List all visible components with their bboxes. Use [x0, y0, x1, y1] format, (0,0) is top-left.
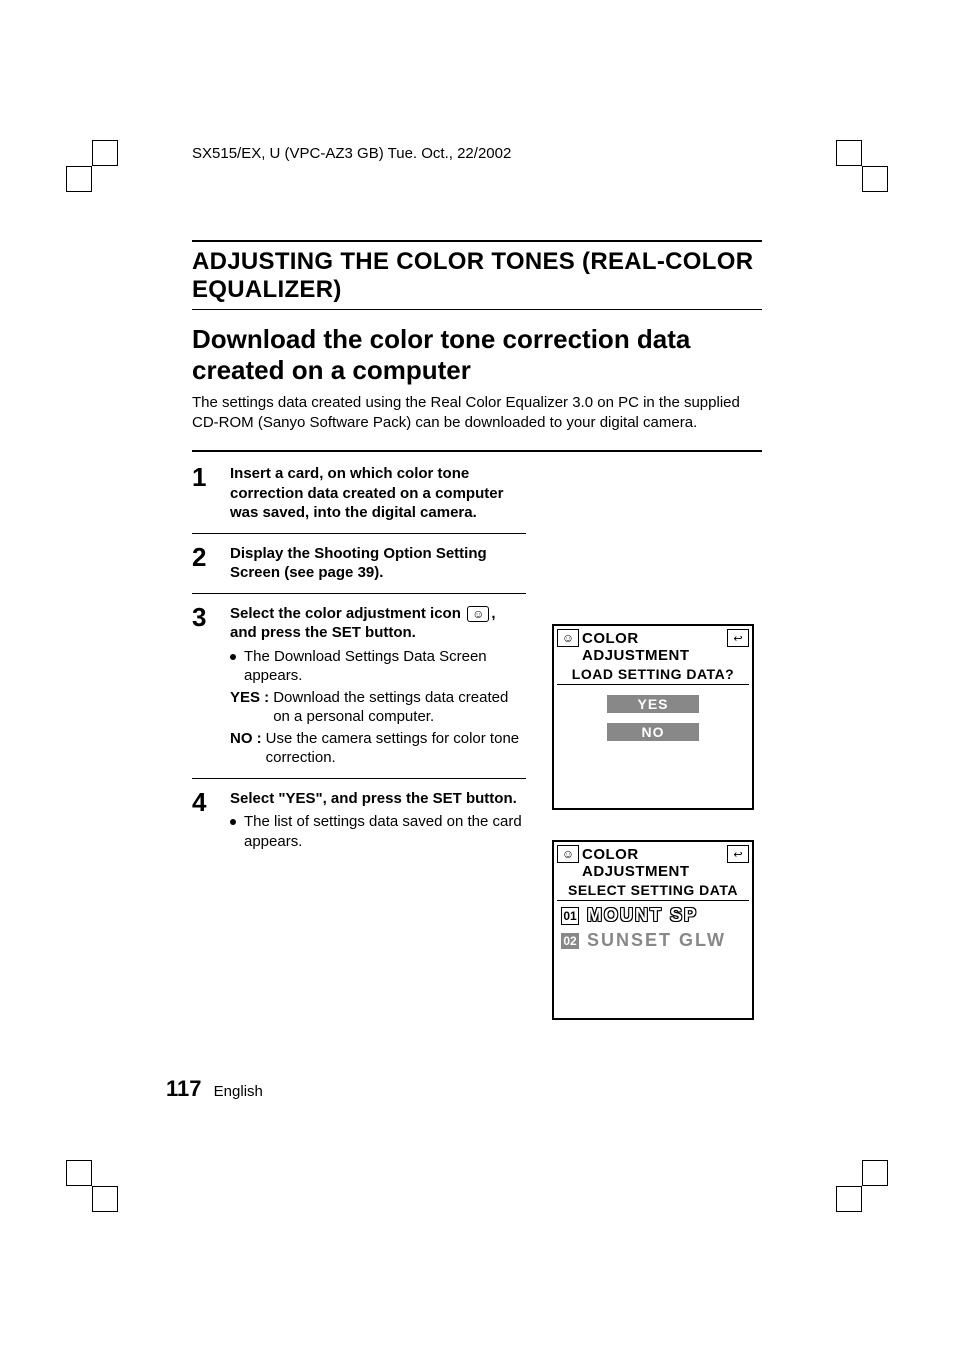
palette-icon: ☺	[557, 629, 579, 647]
step-number: 4	[192, 789, 212, 815]
crop-mark-top-left	[66, 140, 118, 192]
screens-column: ☺ COLOR ADJUSTMENT ↩ LOAD SETTING DATA? …	[552, 464, 762, 1050]
step-heading: Insert a card, on which color tone corre…	[230, 464, 526, 523]
step-number: 1	[192, 464, 212, 490]
crop-mark-bottom-left	[66, 1160, 118, 1212]
back-icon: ↩	[727, 629, 749, 647]
crop-mark-top-right	[836, 140, 888, 192]
row-label: MOUNT SP	[587, 905, 698, 926]
setting-row[interactable]: 02 SUNSET GLW	[557, 930, 749, 951]
steps-column: 1 Insert a card, on which color tone cor…	[192, 464, 526, 1050]
crop-mark-bottom-right	[836, 1160, 888, 1212]
running-header: SX515/EX, U (VPC-AZ3 GB) Tue. Oct., 22/2…	[192, 145, 511, 162]
page-language: English	[214, 1083, 263, 1100]
step-number: 2	[192, 544, 212, 570]
row-index: 02	[561, 933, 579, 949]
step-heading-part-a: Select the color adjustment icon	[230, 605, 465, 622]
row-label: SUNSET GLW	[587, 930, 726, 951]
yes-label: YES :	[230, 688, 269, 727]
step-4: 4 Select "YES", and press the SET button…	[192, 789, 526, 864]
step-3: 3 Select the color adjustment icon ☺, an…	[192, 604, 526, 779]
step-bullet: The Download Settings Data Screen appear…	[230, 647, 526, 686]
screen-title: COLOR ADJUSTMENT	[582, 629, 724, 664]
step-1: 1 Insert a card, on which color tone cor…	[192, 464, 526, 534]
page-footer: 117 English	[166, 1076, 263, 1102]
yes-button[interactable]: YES	[607, 695, 699, 713]
palette-icon: ☺	[557, 845, 579, 863]
no-desc: Use the camera settings for color tone c…	[266, 729, 526, 768]
step-heading: Select the color adjustment icon ☺, and …	[230, 604, 526, 643]
intro-paragraph: The settings data created using the Real…	[192, 393, 762, 432]
step-heading: Select "YES", and press the SET button.	[230, 789, 526, 809]
step-heading: Display the Shooting Option Setting Scre…	[230, 544, 526, 583]
screen-subtitle: LOAD SETTING DATA?	[557, 666, 749, 685]
no-label: NO :	[230, 729, 262, 768]
page-subheading: Download the color tone correction data …	[192, 324, 762, 385]
yes-desc: Download the settings data created on a …	[273, 688, 526, 727]
screen-title: COLOR ADJUSTMENT	[582, 845, 724, 880]
step-bullet: The list of settings data saved on the c…	[230, 812, 526, 851]
no-button[interactable]: NO	[607, 723, 699, 741]
screen-load-setting: ☺ COLOR ADJUSTMENT ↩ LOAD SETTING DATA? …	[552, 624, 754, 810]
page-content: ADJUSTING THE COLOR TONES (REAL-COLOR EQ…	[192, 240, 762, 1050]
back-icon: ↩	[727, 845, 749, 863]
setting-row-selected[interactable]: 01 MOUNT SP	[557, 905, 749, 926]
palette-icon: ☺	[467, 606, 489, 622]
step-number: 3	[192, 604, 212, 630]
page-number: 117	[166, 1076, 202, 1101]
row-index: 01	[561, 907, 579, 925]
screen-subtitle: SELECT SETTING DATA	[557, 882, 749, 901]
section-title: ADJUSTING THE COLOR TONES (REAL-COLOR EQ…	[192, 240, 762, 310]
screen-select-setting: ☺ COLOR ADJUSTMENT ↩ SELECT SETTING DATA…	[552, 840, 754, 1020]
step-2: 2 Display the Shooting Option Setting Sc…	[192, 544, 526, 594]
